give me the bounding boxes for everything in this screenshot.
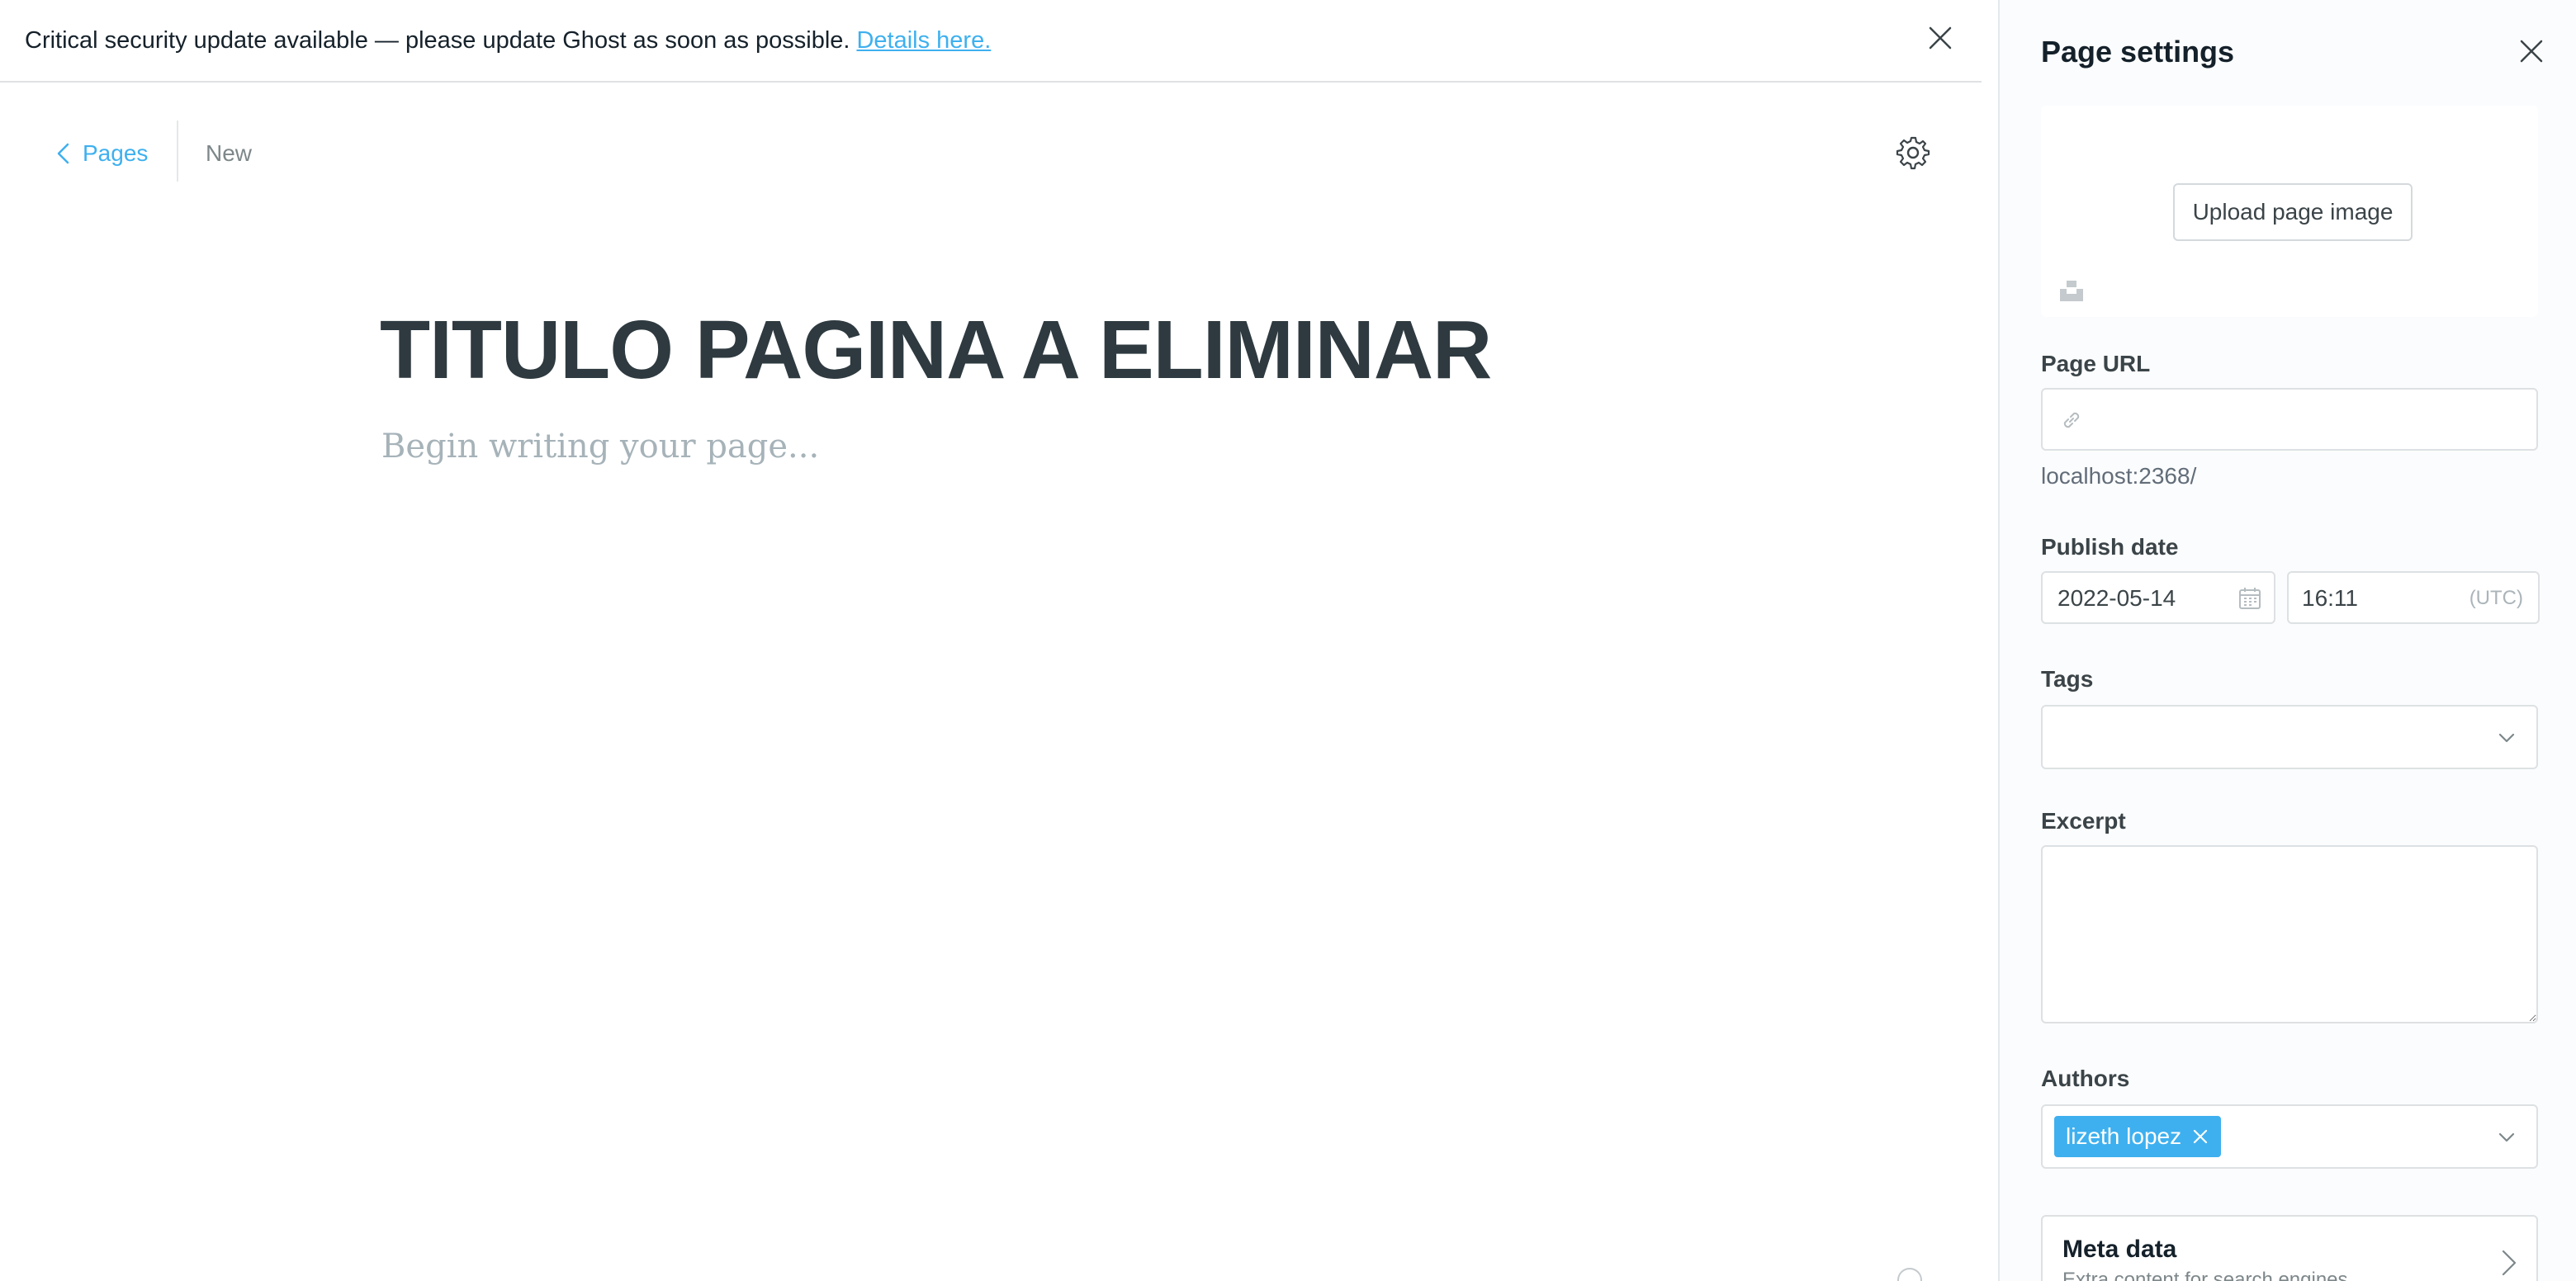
editor-nav: Pages New bbox=[0, 116, 1982, 190]
panel-title: Page settings bbox=[2041, 35, 2235, 69]
page-url-input[interactable] bbox=[2095, 403, 2525, 437]
excerpt-textarea[interactable] bbox=[2041, 845, 2538, 1023]
page-title[interactable]: TITULO PAGINA A ELIMINAR bbox=[380, 300, 1492, 399]
close-icon[interactable] bbox=[1927, 25, 1953, 51]
close-icon[interactable] bbox=[2518, 38, 2545, 64]
excerpt-label: Excerpt bbox=[2041, 808, 2126, 834]
author-token-label: lizeth lopez bbox=[2066, 1123, 2182, 1149]
unsplash-icon[interactable] bbox=[2059, 279, 2084, 302]
author-token[interactable]: lizeth lopez bbox=[2054, 1116, 2222, 1157]
chevron-right-icon bbox=[2502, 1250, 2517, 1276]
page-status: New bbox=[206, 140, 253, 166]
gear-icon[interactable] bbox=[1896, 135, 1930, 170]
page-url-hint: localhost:2368/ bbox=[2041, 463, 2197, 489]
page-url-field[interactable] bbox=[2041, 388, 2538, 451]
timezone-label: (UTC) bbox=[2469, 587, 2523, 609]
tags-label: Tags bbox=[2041, 666, 2094, 692]
chevron-down-icon bbox=[2498, 1132, 2515, 1142]
help-icon[interactable] bbox=[1897, 1268, 1922, 1281]
authors-label: Authors bbox=[2041, 1066, 2130, 1091]
back-label: Pages bbox=[83, 140, 149, 166]
tags-select[interactable] bbox=[2041, 705, 2538, 769]
page-settings-panel: Page settings Upload page image Page URL… bbox=[1998, 0, 2576, 1281]
remove-icon[interactable] bbox=[2191, 1127, 2209, 1146]
back-to-pages-link[interactable]: Pages bbox=[54, 137, 148, 170]
upload-page-image-button[interactable]: Upload page image bbox=[2173, 183, 2413, 241]
alert-message: Critical security update available — ple… bbox=[25, 27, 850, 54]
publish-date-value: 2022-05-14 bbox=[2057, 585, 2176, 611]
security-alert-banner: Critical security update available — ple… bbox=[0, 0, 1982, 83]
publish-date-label: Publish date bbox=[2041, 534, 2179, 560]
body-editor-placeholder[interactable]: Begin writing your page... bbox=[381, 423, 819, 470]
alert-details-link[interactable]: Details here. bbox=[856, 27, 991, 54]
link-icon bbox=[2063, 412, 2080, 428]
publish-date-input[interactable]: 2022-05-14 bbox=[2041, 571, 2275, 624]
chevron-down-icon bbox=[2498, 733, 2515, 743]
editor-area: Critical security update available — ple… bbox=[0, 0, 1998, 1281]
page-url-label: Page URL bbox=[2041, 351, 2151, 376]
publish-time-input[interactable]: 16:11 (UTC) bbox=[2287, 571, 2540, 624]
meta-data-subtitle: Extra content for search engines bbox=[2062, 1269, 2348, 1281]
calendar-icon[interactable] bbox=[2237, 586, 2262, 611]
meta-data-section[interactable]: Meta data Extra content for search engin… bbox=[2041, 1215, 2538, 1281]
nav-divider bbox=[177, 121, 178, 182]
page-image-dropzone[interactable]: Upload page image bbox=[2041, 106, 2538, 317]
chevron-left-icon bbox=[57, 143, 69, 164]
authors-select[interactable]: lizeth lopez bbox=[2041, 1104, 2538, 1169]
alert-text: Critical security update available — ple… bbox=[25, 25, 991, 56]
publish-time-value: 16:11 bbox=[2302, 585, 2358, 611]
meta-data-title: Meta data bbox=[2062, 1236, 2177, 1263]
